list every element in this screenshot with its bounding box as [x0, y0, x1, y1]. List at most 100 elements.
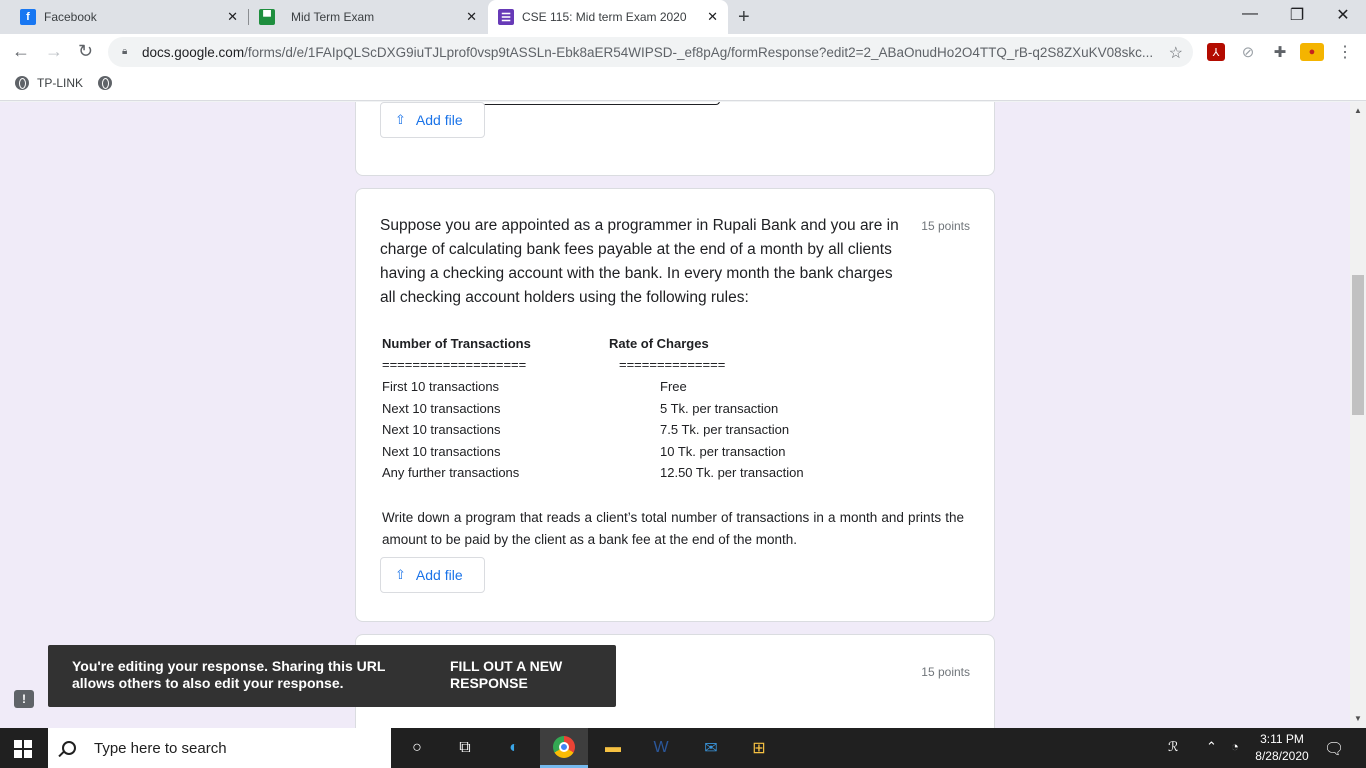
fee-table-row: Next 10 transactions 5 Tk. per transacti…: [382, 401, 982, 423]
header-rate: Rate of Charges: [609, 336, 709, 351]
row-rate: 10 Tk. per transaction: [660, 444, 786, 459]
row-transactions: Next 10 transactions: [382, 401, 501, 416]
question-instruction: Write down a program that reads a client…: [382, 510, 964, 547]
tab-strip: f Facebook ✕ ▀ Mid Term Exam ✕ ☰ CSE 115…: [0, 0, 1366, 34]
bookmarks-bar: TP-LINK: [0, 70, 1366, 101]
underline-rate: ==============: [619, 357, 726, 372]
forward-icon[interactable]: →: [45, 41, 63, 62]
row-rate: 12.50 Tk. per transaction: [660, 465, 804, 480]
snackbar-message: You're editing your response. Sharing th…: [72, 658, 386, 691]
tab-title: CSE 115: Mid term Exam 2020: [522, 10, 687, 24]
bookmark-star-icon[interactable]: ☆: [1169, 43, 1183, 63]
file-explorer-icon[interactable]: ▬: [600, 736, 626, 760]
scroll-up-arrow-icon[interactable]: ▲: [1354, 106, 1362, 115]
bookmark-tp-link[interactable]: TP-LINK: [15, 76, 83, 90]
clock-time: 3:11 PM: [1260, 732, 1304, 746]
fill-new-response-button[interactable]: FILL OUT A NEW RESPONSE: [450, 658, 616, 692]
menu-icon[interactable]: ⋮: [1336, 43, 1354, 61]
cortana-icon[interactable]: ○: [404, 736, 430, 760]
puzzle-extensions-icon[interactable]: ✚: [1271, 43, 1289, 61]
fee-table-underline: =================== ==============: [382, 357, 982, 379]
tab-title: Mid Term Exam: [291, 10, 375, 24]
fee-table-row: Next 10 transactions 7.5 Tk. per transac…: [382, 422, 982, 444]
minimize-icon[interactable]: —: [1240, 5, 1260, 23]
question-card: 15 points Suppose you are appointed as a…: [355, 188, 995, 622]
back-icon[interactable]: ←: [12, 41, 30, 62]
row-rate: 5 Tk. per transaction: [660, 401, 779, 416]
acrobat-extension-icon[interactable]: ⅄: [1207, 43, 1225, 61]
form-page: ⇧ Add file 15 points Suppose you are app…: [0, 102, 1350, 728]
fee-table-row: First 10 transactions Free: [382, 379, 982, 401]
row-transactions: Next 10 transactions: [382, 422, 501, 437]
bookmark-label: TP-LINK: [37, 76, 84, 90]
tab-mid-term-exam[interactable]: ▀ Mid Term Exam ✕: [250, 0, 487, 34]
row-transactions: First 10 transactions: [382, 379, 500, 394]
address-bar[interactable]: 🔒︎ docs.google.com/forms/d/e/1FAIpQLScDX…: [108, 37, 1193, 67]
bookmark-globe[interactable]: [98, 76, 120, 90]
upload-icon: ⇧: [395, 567, 406, 582]
chrome-taskbar-icon[interactable]: [540, 728, 588, 768]
browser-toolbar: ← → ↻ 🔒︎ docs.google.com/forms/d/e/1FAIp…: [0, 34, 1366, 70]
add-file-label: Add file: [415, 112, 463, 128]
clock-date: 8/28/2020: [1255, 749, 1309, 763]
extension-icon[interactable]: ⊘: [1239, 43, 1257, 61]
taskbar-clock[interactable]: 3:11 PM 8/28/2020: [1252, 731, 1312, 765]
tab-cse115-exam[interactable]: ☰ CSE 115: Mid term Exam 2020 ✕: [488, 0, 728, 34]
add-file-button[interactable]: ⇧ Add file: [380, 557, 485, 593]
row-rate: Free: [660, 379, 687, 394]
fee-table-row: Any further transactions 12.50 Tk. per t…: [382, 465, 982, 487]
previous-question-card: ⇧ Add file: [355, 102, 995, 176]
fee-table-header: Number of Transactions Rate of Charges: [382, 336, 982, 358]
close-icon[interactable]: ✕: [466, 9, 477, 25]
reload-icon[interactable]: ↻: [78, 41, 93, 62]
url-domain: docs.google.com: [142, 44, 245, 60]
tab-facebook[interactable]: f Facebook ✕: [0, 0, 248, 34]
edge-icon[interactable]: ◐: [501, 736, 527, 760]
underline-transactions: ===================: [382, 357, 527, 372]
tab-separator: [248, 9, 249, 25]
taskbar-search[interactable]: Type here to search: [48, 728, 391, 768]
store-icon[interactable]: ⊞: [746, 736, 772, 760]
row-rate: 7.5 Tk. per transaction: [660, 422, 790, 437]
previous-answer-box: [444, 102, 720, 105]
people-icon[interactable]: ℛ: [1168, 739, 1178, 755]
globe-icon: [15, 76, 29, 90]
wifi-icon[interactable]: ◔: [1231, 739, 1239, 754]
add-file-label: Add file: [415, 567, 463, 583]
scroll-thumb[interactable]: [1352, 275, 1364, 415]
row-transactions: Any further transactions: [382, 465, 520, 480]
mail-icon[interactable]: ✉: [698, 736, 724, 760]
word-icon[interactable]: W: [648, 736, 674, 760]
restore-icon[interactable]: ❐: [1287, 5, 1307, 25]
page-scrollbar[interactable]: ▲ ▼: [1350, 102, 1366, 728]
profile-avatar[interactable]: ●: [1300, 43, 1324, 61]
facebook-icon: f: [20, 9, 36, 25]
lock-icon: 🔒︎: [122, 46, 128, 57]
upload-icon: ⇧: [395, 112, 406, 127]
notifications-icon[interactable]: 🗨︎: [1324, 739, 1344, 759]
forms-icon: ☰: [498, 9, 514, 25]
globe-icon: [98, 76, 112, 90]
window-close-icon[interactable]: ✕: [1333, 5, 1353, 25]
scroll-down-arrow-icon[interactable]: ▼: [1354, 714, 1362, 723]
add-file-button[interactable]: ⇧ Add file: [380, 102, 485, 138]
points-label: 15 points: [921, 219, 970, 233]
row-transactions: Next 10 transactions: [382, 444, 501, 459]
points-label: 15 points: [921, 665, 970, 679]
windows-taskbar: Type here to search ○ ⧉ ◐ ▬ W ✉ ⊞ ℛ ⌃ ◔ …: [0, 728, 1366, 768]
feedback-icon[interactable]: !: [14, 690, 34, 708]
search-placeholder: Type here to search: [94, 739, 227, 757]
question-text: Suppose you are appointed as a programme…: [380, 217, 899, 306]
fee-table-row: Next 10 transactions 10 Tk. per transact…: [382, 444, 982, 466]
search-icon: [62, 741, 76, 755]
tray-chevron-icon[interactable]: ⌃: [1206, 739, 1217, 755]
close-icon[interactable]: ✕: [707, 9, 718, 25]
tab-title: Facebook: [44, 10, 97, 24]
url-text[interactable]: docs.google.com/forms/d/e/1FAIpQLScDXG9i…: [142, 45, 1152, 60]
new-tab-button[interactable]: +: [738, 6, 750, 29]
close-icon[interactable]: ✕: [227, 9, 238, 25]
task-view-icon[interactable]: ⧉: [452, 736, 478, 760]
classroom-icon: ▀: [259, 9, 275, 25]
url-path: /forms/d/e/1FAIpQLScDXG9iuTJLprof0vsp9tA…: [244, 44, 1152, 60]
windows-start-icon[interactable]: [14, 740, 32, 758]
